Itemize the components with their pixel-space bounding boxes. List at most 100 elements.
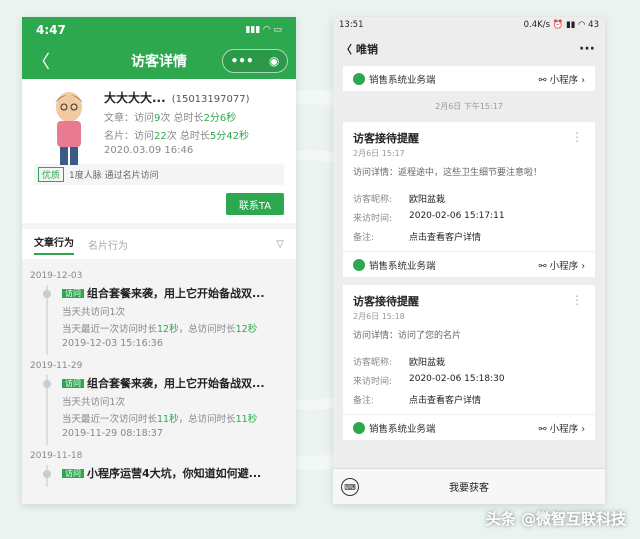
keyboard-icon[interactable]: ⌨ — [341, 478, 359, 496]
kv-value: 点击查看客户详情 — [409, 396, 482, 406]
footer-mini-label: 小程序 — [549, 260, 579, 272]
timeline-entry[interactable]: 访问 组合套餐来袭，用上它开始备战双... 当天共访问1次 当天最近一次访问时长1… — [43, 375, 296, 445]
note-row: 备注: 点击查看客户详情 — [353, 230, 585, 243]
entry-title-text: 组合套餐来袭，用上它开始备战双... — [87, 377, 265, 390]
visit-badge: 访问 — [62, 469, 84, 478]
entry-time: 2019-11-29 08:18:37 — [62, 428, 163, 439]
footer-mini: ⚯ 小程序 › — [538, 74, 585, 86]
back-icon[interactable]: 〈 — [32, 48, 50, 74]
entry-time: 2019-12-03 15:16:36 — [62, 338, 163, 349]
status-icons: 0.4K/s ⏰ ▮▮ ◠ 43 — [523, 20, 599, 30]
card-date: 2月6日 15:18 — [353, 312, 405, 321]
relationship-text: 1度人脉 通过名片访问 — [69, 171, 159, 181]
status-time: 13:51 — [339, 20, 364, 30]
entry-duration-b: ，总访问时长 — [178, 414, 236, 425]
kv-key: 来访时间: — [353, 377, 393, 387]
chat-header: 〈 唯销 ··· — [333, 33, 605, 65]
kv-value: 欧阳盆栽 — [409, 195, 446, 205]
card-label: 名片：访问 — [104, 131, 154, 142]
mini-program-footer[interactable]: 销售系统业务端 ⚯ 小程序 › — [343, 251, 595, 277]
page-title: 访客详情 — [131, 54, 187, 70]
footer-app-label: 销售系统业务端 — [369, 74, 436, 86]
footer-mini: ⚯ 小程序 › — [538, 423, 585, 435]
message-timestamp: 2月6日 下午15:17 — [435, 102, 503, 111]
entry-title: 访问 组合套餐来袭，用上它开始备战双... — [62, 375, 296, 391]
left-phone: 4:47 ▮▮▮ ◠ ▭ 〈 访客详情 ••• ◉ 大大大大... (150131… — [22, 17, 296, 504]
entry-title: 访问 小程序运营4大坑，你知道如何避... — [62, 465, 296, 481]
mini-program-logo-icon — [353, 72, 365, 85]
entry-count: 当天共访问1次 — [62, 397, 126, 408]
chat-bottom-bar: ⌨ 我要获客 — [333, 468, 605, 504]
tab-card-behavior[interactable]: 名片行为 — [88, 237, 128, 252]
card-date: 2月6日 15:17 — [353, 149, 405, 158]
visit-time-row: 来访时间: 2020-02-06 15:18:30 — [353, 374, 585, 387]
more-icon[interactable]: ••• — [231, 54, 254, 68]
status-bar: 13:51 0.4K/s ⏰ ▮▮ ◠ 43 — [333, 17, 605, 33]
entry-title-text: 组合套餐来袭，用上它开始备战双... — [87, 287, 265, 300]
mini-program-capsule[interactable]: ••• ◉ — [222, 49, 288, 73]
contact-button[interactable]: 联系TA — [226, 193, 284, 215]
card-stats: 名片：访问22次 总时长5分42秒 — [104, 127, 284, 142]
more-options-icon[interactable]: ⋮ — [571, 293, 583, 307]
tab-article-behavior[interactable]: 文章行为 — [34, 234, 74, 255]
article-stats: 文章：访问9次 总时长2分6秒 — [104, 109, 284, 124]
more-icon[interactable]: ··· — [579, 41, 595, 57]
entry-title: 访问 组合套餐来袭，用上它开始备战双... — [62, 285, 296, 301]
note-row: 备注: 点击查看客户详情 — [353, 393, 585, 406]
timeline-entry[interactable]: 访问 组合套餐来袭，用上它开始备战双... 当天共访问1次 当天最近一次访问时长1… — [43, 285, 296, 355]
behavior-tabs: 文章行为 名片行为 ▽ — [22, 229, 296, 259]
article-label: 文章：访问 — [104, 113, 154, 124]
timeline-date: 2019-11-18 — [30, 451, 83, 461]
reminder-card[interactable]: ⋮ 访客接待提醒 2月6日 15:18 访问详情：访问了您的名片 访客昵称: 欧阳… — [343, 285, 595, 414]
entry-duration-v2: 11秒 — [235, 414, 258, 425]
mini-program-footer[interactable]: 销售系统业务端 ⚯ 小程序 › — [343, 414, 595, 440]
visitor-profile: 大大大大... (15013197077) 文章：访问9次 总时长2分6秒 名片：… — [22, 79, 296, 223]
entry-title-text: 小程序运营4大坑，你知道如何避... — [87, 467, 262, 480]
visit-badge: 访问 — [62, 289, 84, 298]
card-title: 访客接待提醒 — [353, 295, 419, 308]
right-phone: 13:51 0.4K/s ⏰ ▮▮ ◠ 43 〈 唯销 ··· 销售系统业务端 … — [333, 17, 605, 504]
visit-badge: 访问 — [62, 379, 84, 388]
timeline-date: 2019-11-29 — [30, 361, 83, 371]
more-options-icon[interactable]: ⋮ — [571, 130, 583, 144]
entry-duration: 当天最近一次访问时长11秒，总访问时长11秒 — [62, 411, 296, 425]
visitor-name: 大大大大... — [104, 91, 166, 105]
card-desc: 访问详情：返程途中，这些卫生细节要注意啦！ — [353, 168, 543, 178]
article-mid: 次 总时长 — [160, 113, 204, 124]
footer-app: 销售系统业务端 — [353, 258, 436, 272]
visitor-phone: (15013197077) — [171, 94, 250, 105]
footer-mini-label: 小程序 — [549, 74, 579, 86]
footer-app-label: 销售系统业务端 — [369, 423, 436, 435]
avatar — [55, 92, 83, 165]
footer-app: 销售系统业务端 — [353, 421, 436, 435]
entry-duration-b: ，总访问时长 — [178, 324, 236, 335]
footer-app-label: 销售系统业务端 — [369, 260, 436, 272]
mini-program-footer[interactable]: 销售系统业务端 ⚯ 小程序 › — [343, 65, 595, 91]
kv-key: 访客昵称: — [353, 358, 393, 368]
entry-duration-v1: 12秒 — [157, 324, 179, 335]
kv-value: 欧阳盆栽 — [409, 358, 446, 368]
timeline-entry[interactable]: 访问 小程序运营4大坑，你知道如何避... — [43, 465, 296, 487]
kv-key: 备注: — [353, 396, 375, 406]
reminder-card[interactable]: ⋮ 访客接待提醒 2月6日 15:17 访问详情：返程途中，这些卫生细节要注意啦… — [343, 122, 595, 251]
timeline-date: 2019-12-03 — [30, 271, 83, 281]
close-icon[interactable]: ◉ — [269, 54, 279, 68]
status-bar: 4:47 ▮▮▮ ◠ ▭ — [22, 17, 296, 43]
status-icons: ▮▮▮ ◠ ▭ — [245, 25, 282, 35]
nav-bar: 〈 访客详情 ••• ◉ — [22, 43, 296, 79]
kv-value: 2020-02-06 15:17:11 — [409, 211, 505, 221]
article-duration: 2分6秒 — [203, 113, 237, 124]
entry-count: 当天共访问1次 — [62, 307, 126, 318]
entry-duration-v2: 12秒 — [235, 324, 258, 335]
footer-mini-label: 小程序 — [549, 423, 579, 435]
filter-icon[interactable]: ▽ — [276, 239, 284, 250]
back-icon[interactable]: 〈 — [341, 41, 352, 57]
kv-key: 来访时间: — [353, 214, 393, 224]
get-customers-menu[interactable]: 我要获客 — [449, 479, 489, 494]
watermark: 头条 @微智互联科技 — [485, 510, 626, 528]
mini-program-logo-icon — [353, 421, 365, 434]
kv-key: 备注: — [353, 233, 375, 243]
card-visits: 22 — [154, 131, 167, 142]
visitor-name-row: 大大大大... (15013197077) — [104, 89, 284, 106]
entry-duration-a: 当天最近一次访问时长 — [62, 324, 158, 335]
